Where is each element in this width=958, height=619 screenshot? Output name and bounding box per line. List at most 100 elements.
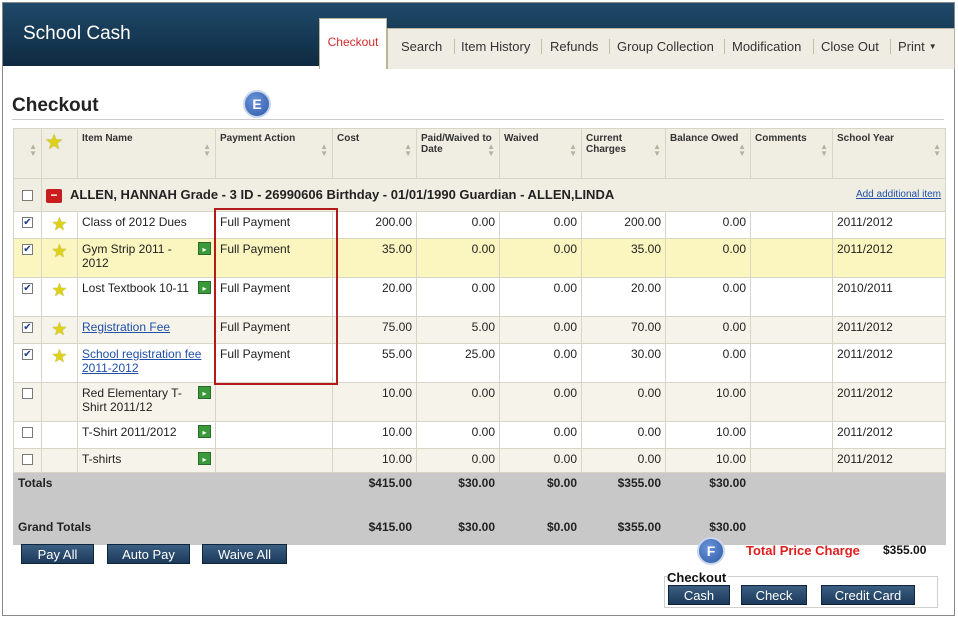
header-school-year[interactable]: School Year ▲ ▼ — [832, 128, 946, 179]
group-checkbox[interactable] — [22, 190, 33, 202]
star-icon[interactable]: ★ — [51, 241, 67, 261]
row-checkbox[interactable]: ✔ — [22, 217, 33, 229]
header-paid-waived[interactable]: Paid/Waived to Date ▲ ▼ — [416, 128, 500, 179]
payment-action-cell[interactable]: Full Payment — [215, 277, 333, 317]
header-payment-action[interactable]: Payment Action ▲ ▼ — [215, 128, 333, 179]
row-favorite-cell — [41, 382, 78, 422]
nav-print[interactable]: Print ▼ — [898, 39, 937, 54]
header-favorite[interactable]: ★ — [41, 128, 78, 179]
balance-cell: 0.00 — [665, 316, 751, 344]
table-row[interactable]: ✔ ★ ▸ Lost Textbook 10-11 Full Payment 20… — [13, 277, 946, 317]
totals-waived: $0.00 — [499, 472, 582, 509]
header-select[interactable]: ▲ ▼ — [13, 128, 42, 179]
payment-action-cell[interactable] — [215, 382, 333, 422]
comments-cell[interactable] — [750, 382, 833, 422]
credit-card-button[interactable]: Credit Card — [821, 585, 915, 605]
table-row[interactable]: ✔ ★ ▸ Gym Strip 2011 - 2012 Full Payment … — [13, 238, 946, 278]
pay-all-button[interactable]: Pay All — [21, 544, 94, 564]
header-item-name[interactable]: Item Name ▲ ▼ — [77, 128, 216, 179]
payment-action-cell[interactable]: Full Payment — [215, 343, 333, 383]
auto-pay-button[interactable]: Auto Pay — [107, 544, 190, 564]
item-detail-icon[interactable]: ▸ — [198, 452, 211, 465]
nav-group-collection[interactable]: Group Collection — [617, 39, 714, 54]
row-checkbox[interactable]: ✔ — [22, 244, 33, 256]
current-charges-cell: 35.00 — [581, 238, 666, 278]
app-header: School Cash Checkout Search Item History… — [3, 3, 955, 69]
header-current-charges[interactable]: Current Charges ▲ ▼ — [581, 128, 666, 179]
row-checkbox[interactable] — [22, 454, 33, 466]
balance-cell: 10.00 — [665, 421, 751, 449]
collapse-minus-icon[interactable]: − — [46, 188, 62, 203]
paid-cell: 5.00 — [416, 316, 500, 344]
table-header-row: ▲ ▼ ★ Item Name ▲ ▼ Payment Action ▲ ▼ Cost ▲ ▼… — [13, 128, 946, 179]
grand-totals-empty — [750, 508, 833, 545]
nav-search[interactable]: Search — [401, 39, 442, 54]
header-waived[interactable]: Waived ▲ ▼ — [499, 128, 582, 179]
nav-separator — [541, 39, 542, 54]
add-additional-item-link[interactable]: Add additional item — [856, 189, 941, 200]
school-year-cell: 2011/2012 — [832, 421, 946, 449]
paid-cell: 0.00 — [416, 421, 500, 449]
item-detail-icon[interactable]: ▸ — [198, 281, 211, 294]
table-row[interactable]: ▸ T-Shirt 2011/2012 10.00 0.00 0.00 0.00 … — [13, 421, 946, 449]
waive-all-button[interactable]: Waive All — [202, 544, 287, 564]
star-icon[interactable]: ★ — [51, 346, 67, 366]
waived-cell: 0.00 — [499, 448, 582, 473]
star-icon[interactable]: ★ — [51, 319, 67, 339]
table-row[interactable]: ▸ T-shirts 10.00 0.00 0.00 0.00 10.00 201… — [13, 448, 946, 473]
payment-action-cell[interactable]: Full Payment — [215, 211, 333, 239]
grand-totals-empty — [832, 508, 946, 545]
cash-button[interactable]: Cash — [668, 585, 730, 605]
sort-arrows-icon: ▲ ▼ — [738, 142, 746, 158]
payment-action-cell[interactable]: Full Payment — [215, 316, 333, 344]
header-cost[interactable]: Cost ▲ ▼ — [332, 128, 417, 179]
comments-cell[interactable] — [750, 448, 833, 473]
item-name-link[interactable]: School registration fee 2011-2012 — [82, 347, 201, 375]
comments-cell[interactable] — [750, 421, 833, 449]
item-detail-icon[interactable]: ▸ — [198, 242, 211, 255]
header-label: Item Name — [82, 133, 133, 144]
star-icon[interactable]: ★ — [51, 280, 67, 300]
row-checkbox[interactable]: ✔ — [22, 349, 33, 361]
comments-cell[interactable] — [750, 238, 833, 278]
table-row[interactable]: ✔ ★ School registration fee 2011-2012 Fu… — [13, 343, 946, 383]
main-nav: Checkout Search Item History Refunds Gro… — [319, 18, 955, 69]
row-checkbox[interactable] — [22, 427, 33, 439]
row-select-cell: ✔ — [13, 238, 42, 278]
row-checkbox[interactable]: ✔ — [22, 283, 33, 295]
comments-cell[interactable] — [750, 211, 833, 239]
comments-cell[interactable] — [750, 343, 833, 383]
cost-cell: 10.00 — [332, 448, 417, 473]
table-row[interactable]: ✔ ★ Class of 2012 Dues Full Payment 200.… — [13, 211, 946, 239]
comments-cell[interactable] — [750, 316, 833, 344]
sort-arrows-icon: ▲ ▼ — [320, 142, 328, 158]
paid-cell: 0.00 — [416, 211, 500, 239]
page-title: Checkout — [12, 95, 99, 116]
nav-modification[interactable]: Modification — [732, 39, 801, 54]
item-name-text: T-shirts — [82, 452, 122, 466]
totals-cost: $415.00 — [332, 472, 417, 509]
item-name-link[interactable]: Registration Fee — [82, 320, 170, 334]
table-row[interactable]: ✔ ★ Registration Fee Full Payment 75.00 … — [13, 316, 946, 344]
row-checkbox[interactable] — [22, 388, 33, 400]
item-detail-icon[interactable]: ▸ — [198, 386, 211, 399]
sort-arrows-icon: ▲ ▼ — [653, 142, 661, 158]
header-comments[interactable]: Comments ▲ ▼ — [750, 128, 833, 179]
item-detail-icon[interactable]: ▸ — [198, 425, 211, 438]
check-button[interactable]: Check — [741, 585, 807, 605]
payment-action-cell[interactable] — [215, 448, 333, 473]
row-checkbox[interactable]: ✔ — [22, 322, 33, 334]
school-year-cell: 2011/2012 — [832, 238, 946, 278]
nav-close-out[interactable]: Close Out — [821, 39, 879, 54]
nav-refunds[interactable]: Refunds — [550, 39, 598, 54]
tab-checkout[interactable]: Checkout — [319, 18, 387, 69]
payment-action-cell[interactable]: Full Payment — [215, 238, 333, 278]
table-row[interactable]: ▸ Red Elementary T-Shirt 2011/12 10.00 0.… — [13, 382, 946, 422]
header-balance-owed[interactable]: Balance Owed ▲ ▼ — [665, 128, 751, 179]
comments-cell[interactable] — [750, 277, 833, 317]
payment-action-cell[interactable] — [215, 421, 333, 449]
star-icon[interactable]: ★ — [51, 214, 67, 234]
totals-empty — [750, 472, 833, 509]
current-charges-cell: 70.00 — [581, 316, 666, 344]
nav-item-history[interactable]: Item History — [461, 39, 530, 54]
